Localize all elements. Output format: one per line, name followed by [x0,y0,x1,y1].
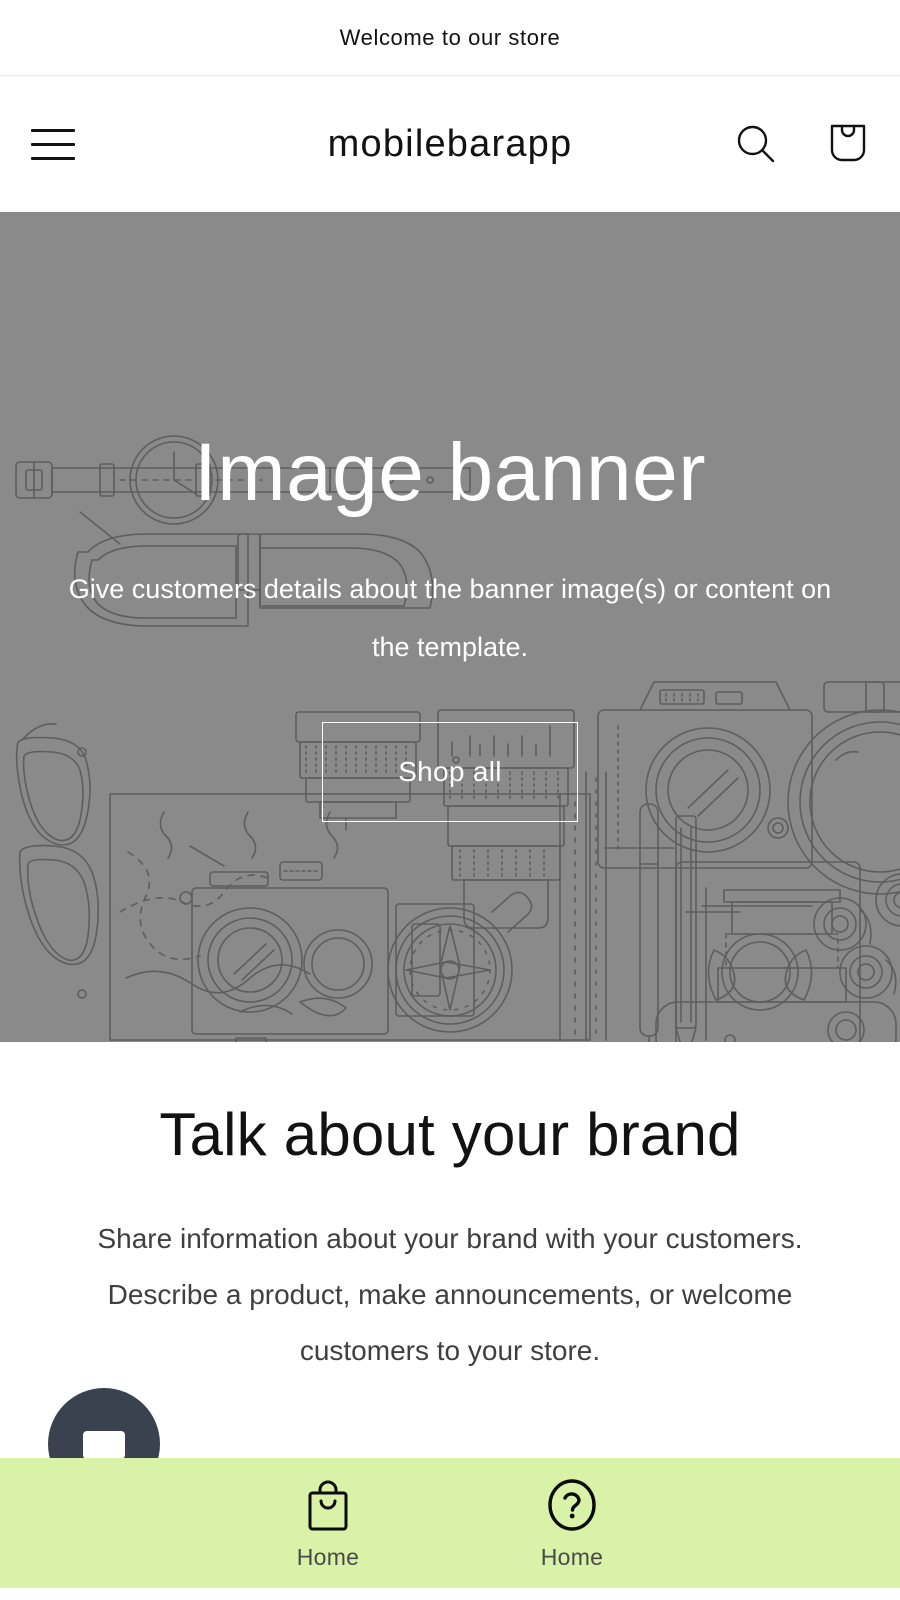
site-header: mobilebarapp [0,76,900,212]
banner-subheading: Give customers details about the banner … [68,573,832,662]
brand-body-text: Share information about your brand with … [97,1223,803,1366]
image-banner: Image banner Give customers details abou… [0,212,900,1042]
search-button[interactable] [726,114,786,174]
bottom-tab-bar: Home Home [0,1458,900,1588]
brand-heading: Talk about your brand [159,1101,741,1168]
question-circle-icon [548,1479,596,1531]
shopping-bag-icon [830,124,866,162]
banner-heading: Image banner [193,426,706,518]
cart-button[interactable] [818,114,878,174]
search-icon [737,125,775,163]
announcement-bar: Welcome to our store [0,0,900,76]
header-actions [726,114,878,174]
tab-home-help[interactable]: Home [502,1476,642,1571]
tab-icon-wrapper [302,1476,354,1534]
tab-label: Home [540,1544,604,1570]
mobile-store-screen: Welcome to our store mobilebarapp Image … [0,0,900,1600]
bottom-safe-area [0,1588,900,1600]
banner-content: Image banner Give customers details abou… [0,212,900,1042]
brand-section: Talk about your brand Share information … [0,1042,900,1379]
tab-icon-wrapper [544,1476,600,1534]
shopping-bag-icon [308,1480,348,1531]
announcement-text: Welcome to our store [339,24,561,50]
tab-label: Home [296,1544,360,1570]
tab-home-shop[interactable]: Home [258,1476,398,1571]
shop-all-button[interactable]: Shop all [322,722,578,823]
